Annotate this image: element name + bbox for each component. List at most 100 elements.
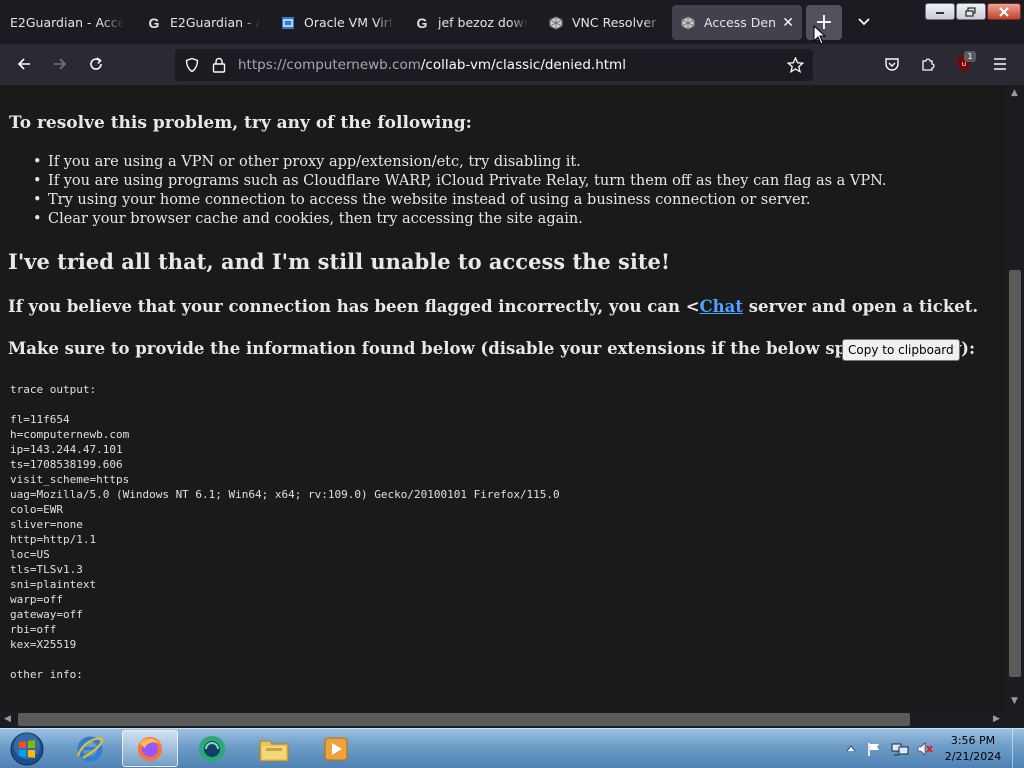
windows-taskbar: 3:56 PM 2/21/2024 [0, 728, 1024, 768]
taskbar-file-explorer[interactable] [246, 730, 302, 767]
resolve-list: If you are using a VPN or other proxy ap… [33, 153, 887, 229]
trace-line: uag=Mozilla/5.0 (Windows NT 6.1; Win64; … [10, 488, 560, 501]
system-clock[interactable]: 3:56 PM 2/21/2024 [940, 733, 1006, 765]
restore-button[interactable] [956, 3, 986, 20]
taskbar-internet-explorer[interactable] [62, 730, 118, 767]
tab-strip: E2Guardian - Access G E2Guardian - Acces… [0, 0, 1024, 44]
extensions-button[interactable] [914, 50, 942, 78]
network-icon[interactable] [891, 741, 909, 757]
horizontal-scroll-thumb[interactable] [18, 713, 910, 726]
taskbar-firefox[interactable] [122, 730, 178, 767]
trace-line: rbi=off [10, 623, 57, 636]
firefox-icon [138, 736, 162, 761]
windows-orb-icon [10, 732, 44, 766]
reload-button[interactable] [82, 50, 110, 78]
tab-e2guardian-2[interactable]: G E2Guardian - Access [138, 5, 268, 40]
trace-line: warp=off [10, 593, 63, 606]
puzzle-icon [922, 58, 935, 71]
pocket-icon [885, 58, 899, 71]
volume-muted-icon[interactable] [916, 741, 934, 757]
back-button[interactable] [10, 50, 38, 78]
vertical-scroll-thumb[interactable] [1009, 270, 1021, 677]
trace-line: h=computernewb.com [10, 428, 130, 441]
scrollbar-corner [1006, 711, 1024, 728]
trace-line: sni=plaintext [10, 578, 97, 591]
mouse-cursor-icon [813, 25, 827, 45]
virtualbox-icon [280, 15, 296, 31]
restore-icon [965, 6, 976, 17]
list-item: Clear your browser cache and cookies, th… [33, 210, 887, 229]
minimize-icon [936, 11, 944, 14]
tried-heading: I've tried all that, and I'm still unabl… [8, 249, 671, 274]
media-player-icon [324, 737, 348, 760]
url-path: /collab-vm/classic/denied.html [420, 57, 626, 73]
ublock-badge: 1 [964, 51, 976, 62]
list-all-tabs-button[interactable] [852, 10, 876, 34]
star-icon[interactable] [787, 57, 804, 73]
chevron-down-icon [858, 18, 870, 26]
arrow-right-icon [54, 58, 67, 70]
internet-explorer-icon [77, 736, 104, 761]
google-icon: G [416, 14, 428, 31]
scroll-right-icon[interactable]: ▶ [993, 714, 1000, 724]
tab-title: E2Guardian - Access [170, 15, 260, 30]
minimize-button[interactable] [925, 3, 955, 20]
trace-line: sliver=none [10, 518, 83, 531]
tab-virtualbox[interactable]: Oracle VM VirtualBox [272, 5, 402, 40]
shield-icon[interactable] [184, 57, 200, 73]
chat-link[interactable]: Chat [700, 297, 743, 316]
pocket-button[interactable] [878, 50, 906, 78]
trace-line [10, 397, 560, 412]
trace-line: visit_scheme=https [10, 473, 130, 486]
trace-line: trace output: [10, 383, 97, 396]
google-icon: G [148, 14, 160, 31]
flagged-text-after: server and open a ticket. [742, 297, 979, 316]
trace-output: trace output: fl=11f654 h=computernewb.com… [10, 382, 560, 682]
list-item: If you are using a VPN or other proxy ap… [33, 153, 887, 172]
reload-icon [90, 57, 102, 70]
tab-title: VNC Resolver - Browse [572, 15, 662, 30]
tab-title: jef bezoz download [438, 15, 528, 30]
scroll-down-icon[interactable]: ▼ [1011, 696, 1018, 706]
trace-line: loc=US [10, 548, 50, 561]
trace-line: ip=143.244.47.101 [10, 443, 123, 456]
flagged-text-before: If you believe that your connection has … [8, 297, 700, 316]
taskbar-photo-app[interactable] [184, 730, 240, 767]
action-center-flag-icon[interactable] [866, 741, 882, 757]
tab-title: Oracle VM VirtualBox [304, 15, 394, 30]
trace-line [10, 652, 560, 667]
close-icon [999, 6, 1009, 17]
photo-app-icon [199, 735, 225, 762]
copy-to-clipboard-button[interactable]: Copy to clipboard [842, 339, 960, 361]
vertical-scrollbar[interactable]: ▲ ▼ [1006, 85, 1024, 711]
url-scheme-host: https://computernewb.com [238, 57, 421, 73]
url-text[interactable]: https://computernewb.com/collab-vm/class… [238, 57, 626, 73]
lock-icon[interactable] [211, 56, 227, 74]
flagged-paragraph: If you believe that your connection has … [8, 297, 978, 316]
vnc-icon [548, 15, 564, 31]
scroll-up-icon[interactable]: ▲ [1011, 88, 1018, 98]
show-hidden-icons-icon[interactable] [846, 744, 856, 752]
tab-title: Access Denied [704, 15, 777, 30]
horizontal-scrollbar[interactable]: ◀ ▶ [0, 711, 1006, 728]
resolve-heading: To resolve this problem, try any of the … [9, 113, 472, 133]
close-window-button[interactable] [987, 3, 1021, 20]
forward-button[interactable] [46, 50, 74, 78]
trace-line: colo=EWR [10, 503, 63, 516]
taskbar-media-player[interactable] [308, 730, 364, 767]
close-tab-icon[interactable]: ✕ [782, 15, 794, 31]
tab-vnc-resolver[interactable]: VNC Resolver - Browse [540, 5, 670, 40]
hamburger-menu-icon [994, 58, 1006, 70]
provide-info-paragraph: Make sure to provide the information fou… [8, 339, 976, 358]
show-desktop-button[interactable] [1012, 729, 1024, 768]
tab-e2guardian-1[interactable]: E2Guardian - Access [2, 5, 132, 40]
clock-date: 2/21/2024 [944, 750, 1002, 763]
start-button[interactable] [6, 729, 48, 768]
tab-access-denied[interactable]: Access Denied ✕ [672, 5, 802, 40]
scroll-left-icon[interactable]: ◀ [4, 714, 11, 724]
url-bar[interactable]: https://computernewb.com/collab-vm/class… [175, 49, 813, 81]
menu-button[interactable] [986, 50, 1014, 78]
folder-icon [259, 740, 289, 761]
tab-search[interactable]: G jef bezoz download [406, 5, 536, 40]
arrow-left-icon [17, 58, 30, 70]
